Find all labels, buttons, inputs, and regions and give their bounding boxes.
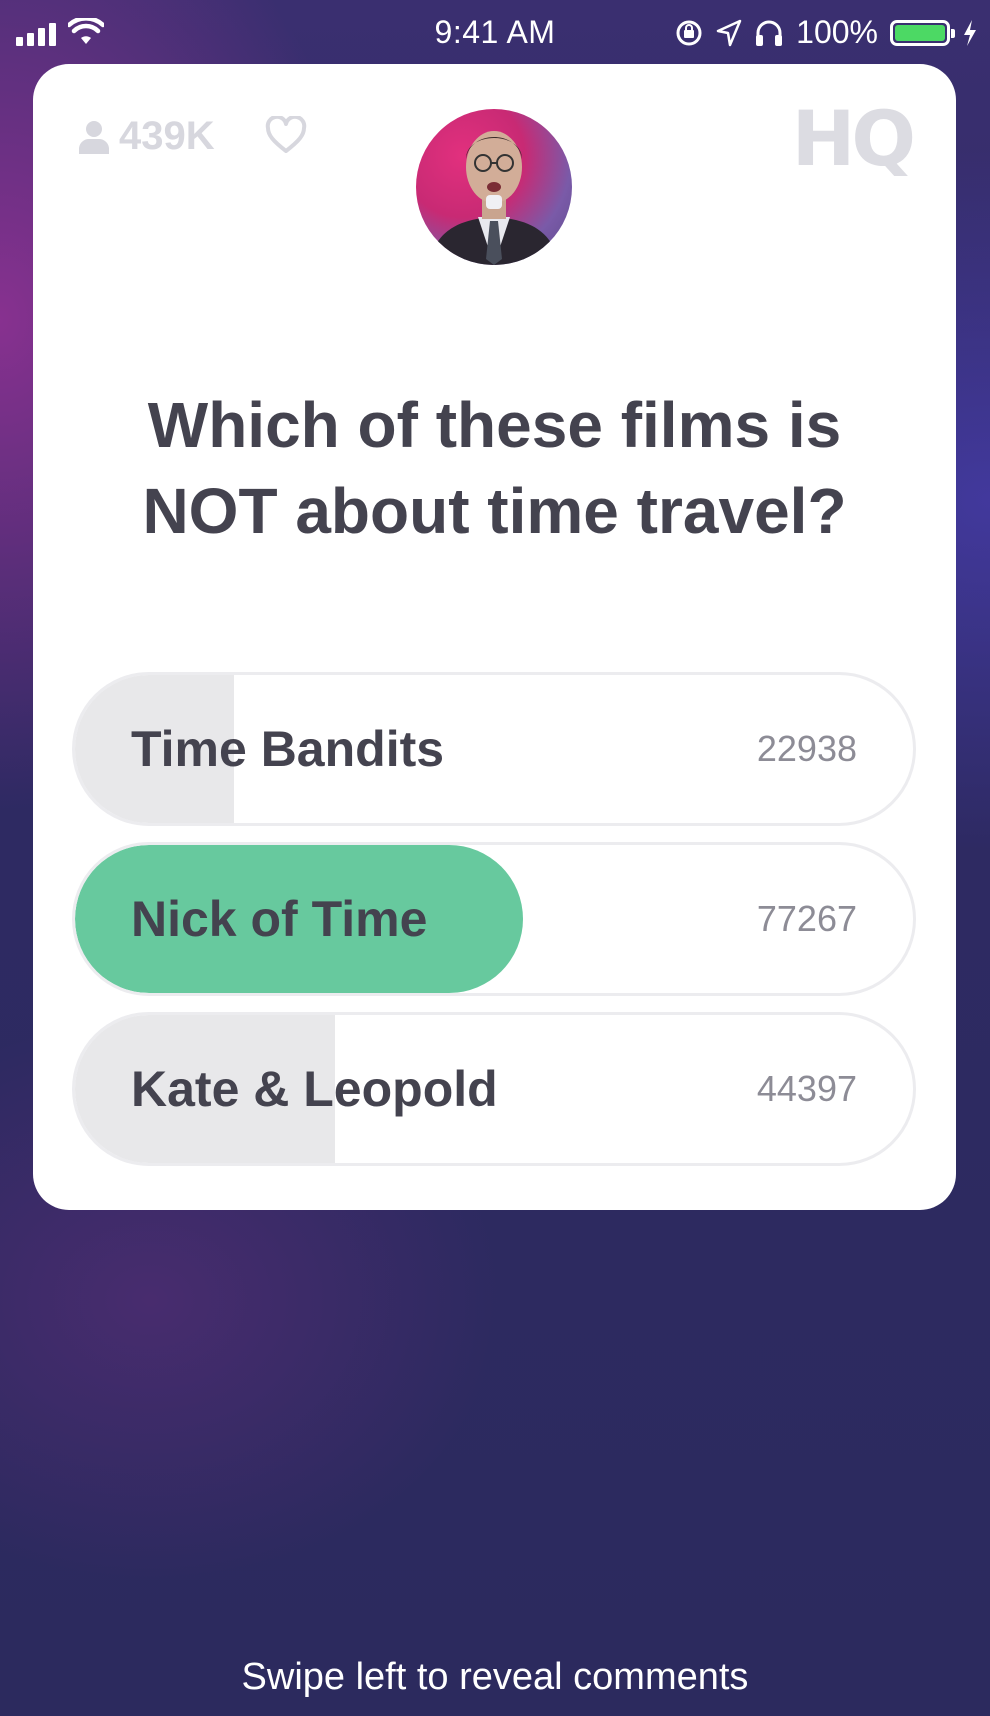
- answer-count: 22938: [756, 728, 857, 769]
- battery-icon: [890, 19, 955, 46]
- answer-label: Kate & Leopold: [131, 1061, 498, 1117]
- question-text: Which of these films is NOT about time t…: [142, 389, 847, 547]
- orientation-lock-icon: [676, 20, 702, 45]
- host-photo: [428, 131, 560, 265]
- hq-logo: HQ: [791, 94, 916, 183]
- status-bar: 9:41 AM 100%: [0, 0, 990, 64]
- viewer-count-value: 439K: [119, 114, 215, 158]
- question-card: 439K HQ Which of these films is NOT abou…: [33, 64, 956, 1210]
- person-icon: [79, 120, 109, 154]
- answer-count: 77267: [756, 898, 857, 939]
- answer-option[interactable]: Time Bandits 22938: [72, 672, 916, 826]
- location-arrow-icon: [716, 19, 742, 46]
- charging-bolt-icon: [964, 19, 976, 46]
- viewer-count: 439K: [79, 114, 215, 159]
- answer-option[interactable]: Nick of Time 77267: [72, 842, 916, 996]
- answer-label: Nick of Time: [131, 891, 428, 947]
- host-avatar: [416, 109, 572, 265]
- status-right: 100%: [674, 14, 978, 51]
- answer-option[interactable]: Kate & Leopold 44397: [72, 1012, 916, 1166]
- battery-percent: 100%: [796, 14, 878, 50]
- answer-label: Time Bandits: [131, 721, 445, 777]
- heart-icon[interactable]: [265, 116, 307, 154]
- answer-count: 44397: [756, 1068, 857, 1109]
- answers-list: Time Bandits 22938 Nick of Time 77267 Ka…: [72, 672, 916, 1182]
- swipe-hint: Swipe left to reveal comments: [241, 1656, 749, 1698]
- headphones-icon: [756, 20, 783, 46]
